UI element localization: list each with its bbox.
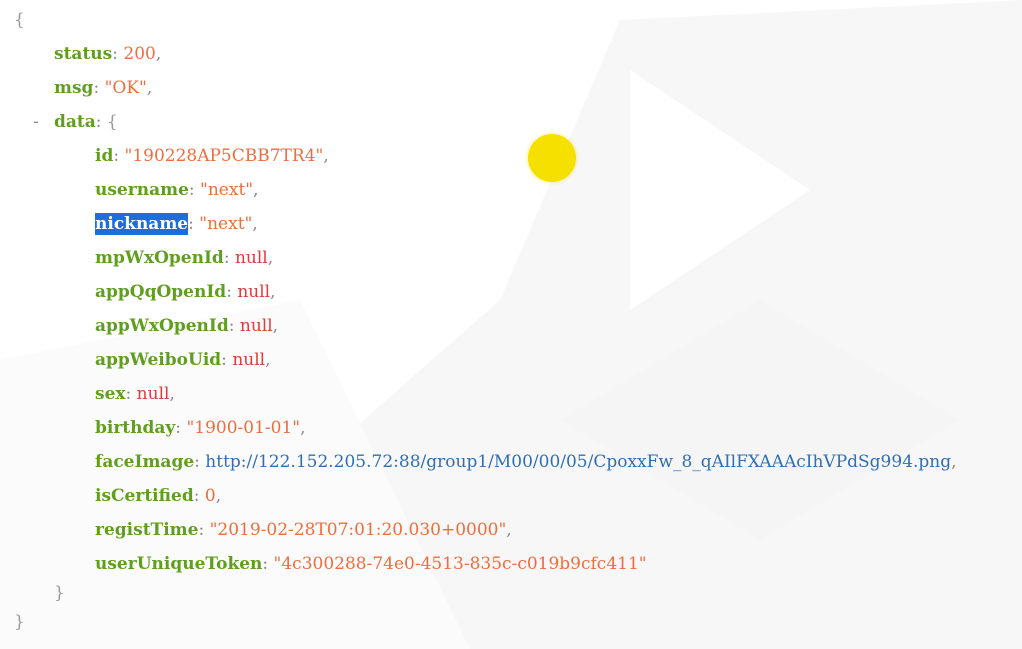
- json-url-value[interactable]: http://122.152.205.72:88/group1/M00/00/0…: [205, 452, 951, 472]
- json-key: appWeiboUid: [95, 350, 222, 370]
- json-row-appweibouid: appWeiboUid: null,: [95, 350, 271, 370]
- json-row-msg: msg: "OK",: [54, 78, 153, 98]
- json-key: id: [95, 146, 114, 166]
- json-row-username: username: "next",: [95, 180, 259, 200]
- json-key: faceImage: [95, 452, 195, 472]
- json-value: null: [232, 350, 266, 370]
- json-row-faceimage: faceImage: http://122.152.205.72:88/grou…: [95, 452, 957, 472]
- json-key: birthday: [95, 418, 176, 438]
- root-close-brace: }: [14, 612, 25, 632]
- json-value: null: [234, 248, 268, 268]
- json-key: msg: [54, 78, 94, 98]
- json-row-appwxopenid: appWxOpenId: null,: [95, 316, 279, 336]
- json-row-registtime: registTime: "2019-02-28T07:01:20.030+000…: [95, 520, 512, 540]
- json-key: nickname: [95, 213, 189, 235]
- json-row-useruniquetoken: userUniqueToken: "4c300288-74e0-4513-835…: [95, 554, 647, 574]
- json-value: "190228AP5CBB7TR4": [124, 146, 324, 166]
- json-viewer: { status: 200, msg: "OK", - data: { id: …: [0, 0, 1022, 649]
- json-row-data: data: {: [54, 112, 118, 132]
- json-row-birthday: birthday: "1900-01-01",: [95, 418, 306, 438]
- json-value: "1900-01-01": [186, 418, 301, 438]
- json-value: "4c300288-74e0-4513-835c-c019b9cfc411": [273, 554, 647, 574]
- json-key: appQqOpenId: [95, 282, 227, 302]
- json-value: null: [136, 384, 170, 404]
- json-row-id: id: "190228AP5CBB7TR4",: [95, 146, 329, 166]
- json-key: appWxOpenId: [95, 316, 229, 336]
- cursor-highlight: [528, 134, 576, 182]
- json-row-status: status: 200,: [54, 44, 162, 64]
- data-close-brace: }: [54, 583, 65, 603]
- json-value: 200: [123, 44, 156, 64]
- json-key: sex: [95, 384, 126, 404]
- json-value: "next": [199, 214, 253, 234]
- json-value: 0: [204, 486, 216, 506]
- json-value: "next": [200, 180, 254, 200]
- json-key: username: [95, 180, 189, 200]
- json-value: "2019-02-28T07:01:20.030+0000": [209, 520, 507, 540]
- json-key: mpWxOpenId: [95, 248, 224, 268]
- json-row-mpwxopenid: mpWxOpenId: null,: [95, 248, 274, 268]
- collapse-toggle-data[interactable]: -: [33, 105, 39, 139]
- json-row-nickname: nickname: "next",: [95, 213, 258, 235]
- json-row-sex: sex: null,: [95, 384, 175, 404]
- json-row-appqqopenid: appQqOpenId: null,: [95, 282, 276, 302]
- json-key: registTime: [95, 520, 199, 540]
- json-row-iscertified: isCertified: 0,: [95, 486, 222, 506]
- json-key: isCertified: [95, 486, 194, 506]
- json-key: data: [54, 112, 96, 132]
- json-value: null: [237, 282, 271, 302]
- json-key: userUniqueToken: [95, 554, 263, 574]
- json-value: "OK": [104, 78, 147, 98]
- root-open-brace: {: [14, 10, 25, 30]
- json-key: status: [54, 44, 113, 64]
- json-value: null: [239, 316, 273, 336]
